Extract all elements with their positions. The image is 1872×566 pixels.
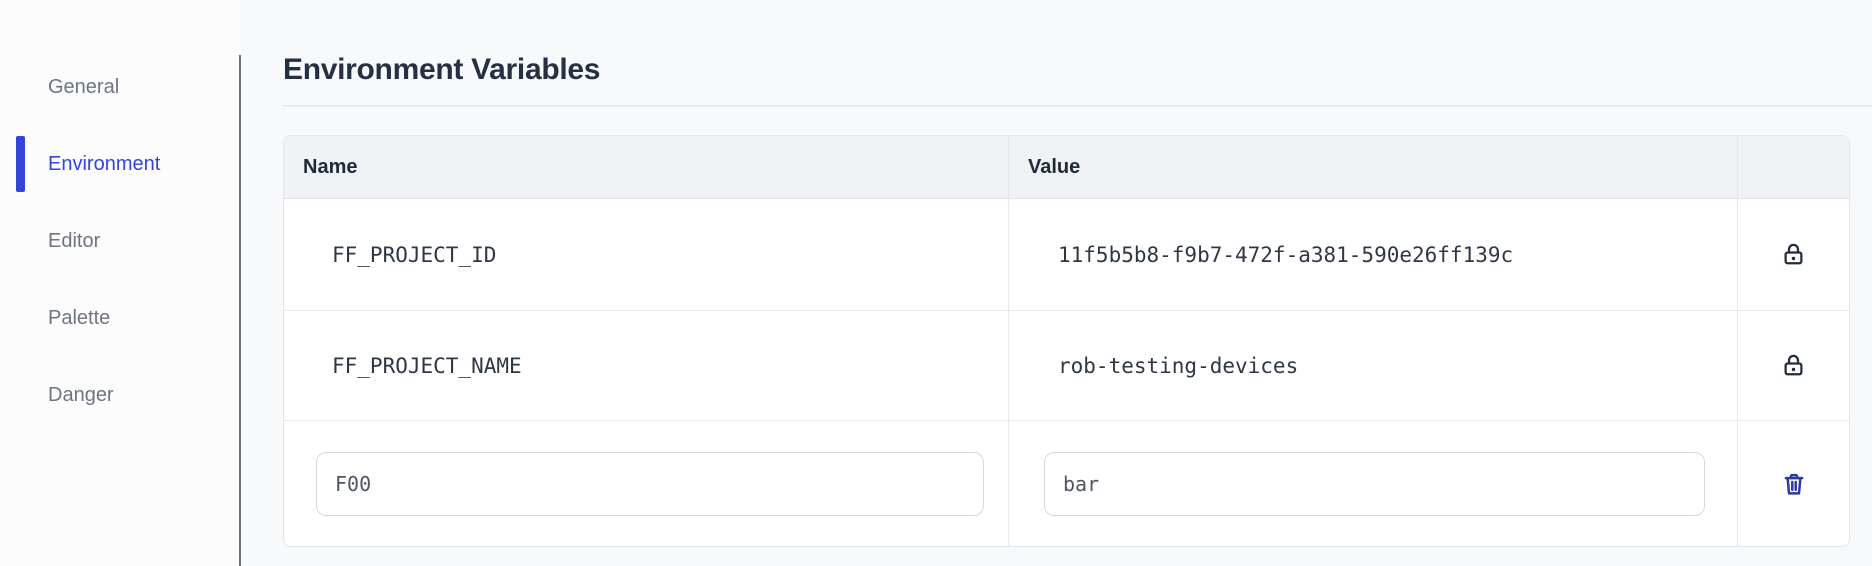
lock-icon <box>1780 240 1807 269</box>
env-var-value: rob-testing-devices <box>1058 353 1299 378</box>
actions-cell <box>1738 421 1849 546</box>
sidebar-item-editor[interactable]: Editor <box>0 218 239 264</box>
name-cell <box>284 421 1009 546</box>
sidebar-item-label: Editor <box>48 229 101 252</box>
sidebar-item-palette[interactable]: Palette <box>0 295 239 341</box>
sidebar-item-label: Palette <box>48 306 111 329</box>
name-cell: FF_PROJECT_ID <box>284 199 1009 310</box>
sidebar-item-general[interactable]: General <box>0 64 239 110</box>
sidebar-item-label: Environment <box>48 152 161 175</box>
sidebar-item-label: Danger <box>48 383 114 406</box>
environment-settings-panel: Environment Variables Name Value FF_PROJ… <box>241 0 1872 566</box>
page-title: Environment Variables <box>283 53 601 86</box>
sidebar-item-environment[interactable]: Environment <box>0 136 239 192</box>
env-var-name: FF_PROJECT_ID <box>332 242 497 267</box>
value-cell: 11f5b5b8-f9b7-472f-a381-590e26ff139c <box>1009 199 1738 310</box>
table-row: FF_PROJECT_ID 11f5b5b8-f9b7-472f-a381-59… <box>284 199 1849 311</box>
actions-cell <box>1738 311 1849 420</box>
env-var-value-input[interactable] <box>1044 451 1705 516</box>
active-indicator <box>16 136 25 192</box>
column-header-actions <box>1738 136 1849 198</box>
table-header-row: Name Value <box>284 136 1849 199</box>
sidebar-item-danger[interactable]: Danger <box>0 372 239 418</box>
sidebar-item-label: General <box>48 75 120 98</box>
name-cell: FF_PROJECT_NAME <box>284 311 1009 420</box>
table-row-editable <box>284 421 1849 546</box>
env-var-value: 11f5b5b8-f9b7-472f-a381-590e26ff139c <box>1058 242 1514 267</box>
settings-nav: General Environment Editor Palette Dange… <box>0 64 239 449</box>
lock-icon <box>1780 351 1807 380</box>
value-cell: rob-testing-devices <box>1009 311 1738 420</box>
column-header-name: Name <box>284 136 1009 198</box>
actions-cell <box>1738 199 1849 310</box>
env-var-name-input[interactable] <box>316 451 984 516</box>
title-divider <box>283 105 1872 107</box>
value-cell <box>1009 421 1738 546</box>
trash-icon[interactable] <box>1781 471 1807 497</box>
settings-sidebar: General Environment Editor Palette Dange… <box>0 0 239 566</box>
env-vars-table: Name Value FF_PROJECT_ID 11f5b5b8-f9b7-4… <box>283 135 1850 547</box>
column-header-value: Value <box>1009 136 1738 198</box>
env-var-name: FF_PROJECT_NAME <box>332 353 522 378</box>
table-row: FF_PROJECT_NAME rob-testing-devices <box>284 311 1849 421</box>
